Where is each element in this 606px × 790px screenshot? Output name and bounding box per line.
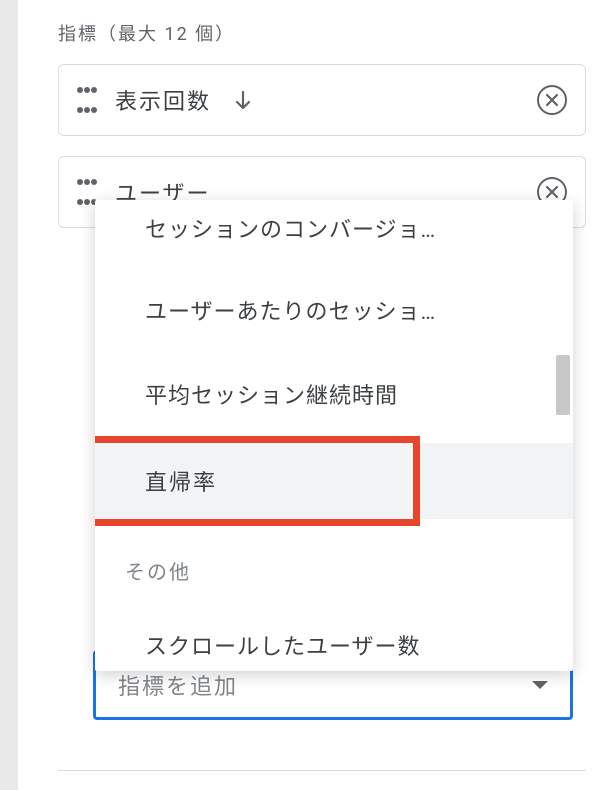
dropdown-item-bounce-rate[interactable]: 直帰率 [95, 436, 573, 526]
dropdown-item-sessions-per-user[interactable]: ユーザーあたりのセッショ… [95, 268, 573, 352]
add-metric-placeholder: 指標を追加 [118, 669, 532, 701]
section-header: 指標（最大 12 個） [58, 20, 586, 46]
dropdown-category-other: その他 [95, 526, 573, 595]
divider [58, 770, 586, 771]
metric-chip-impressions[interactable]: 表示回数 [58, 64, 586, 136]
dropdown-item-scrolled-users[interactable]: スクロールしたユーザー数 [95, 595, 573, 671]
scrollbar-thumb[interactable] [556, 355, 570, 415]
drag-handle-icon[interactable] [77, 87, 97, 113]
annotation-highlight-box: 直帰率 [95, 436, 420, 526]
hover-background [420, 443, 573, 519]
metric-label: 表示回数 [115, 84, 211, 116]
dropdown-item-avg-session-duration[interactable]: 平均セッション継続時間 [95, 352, 573, 436]
drag-handle-icon[interactable] [77, 179, 97, 205]
arrow-down-icon[interactable] [231, 88, 255, 112]
left-rail [0, 0, 18, 790]
metric-dropdown-panel: セッションのコンバージョ… ユーザーあたりのセッショ… 平均セッション継続時間 … [95, 200, 573, 671]
dropdown-item-session-conversion[interactable]: セッションのコンバージョ… [95, 200, 573, 268]
caret-down-icon [532, 681, 548, 689]
remove-metric-button[interactable] [537, 85, 567, 115]
dropdown-item-label: 直帰率 [95, 443, 413, 519]
